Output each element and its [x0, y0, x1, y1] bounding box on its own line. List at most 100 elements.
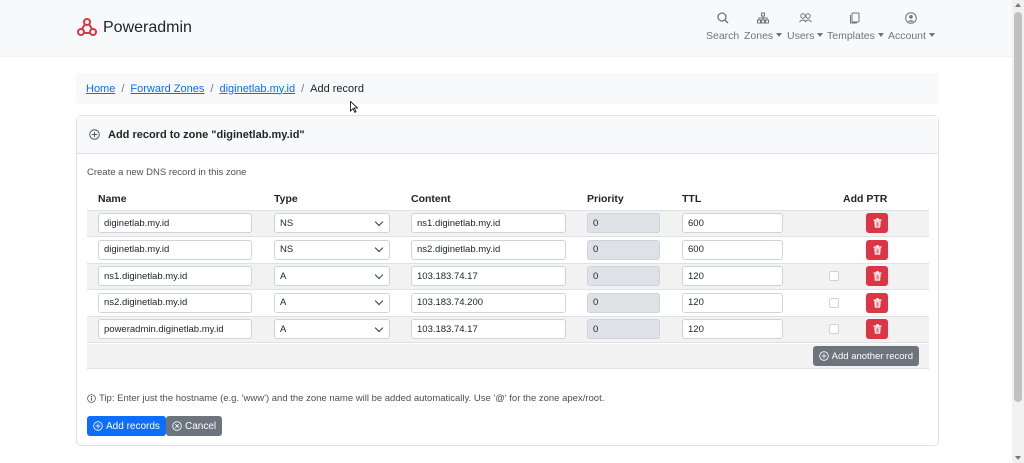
- table-row: ns2.diginetlab.my.id A 103.183.74.200 0 120: [87, 289, 929, 317]
- record-priority-input: 0: [587, 213, 660, 234]
- tip-text: Tip: Enter just the hostname (e.g. 'www'…: [87, 393, 604, 404]
- top-navbar: Poweradmin Search Zones Users Templates …: [0, 0, 1012, 57]
- record-name-input[interactable]: ns2.diginetlab.my.id: [98, 292, 252, 313]
- add-another-record-button[interactable]: Add another record: [812, 346, 919, 366]
- record-priority-input: 0: [587, 292, 660, 313]
- card-subtitle: Create a new DNS record in this zone: [87, 167, 247, 178]
- poweradmin-logo-icon: [77, 18, 97, 36]
- record-content-input[interactable]: ns2.diginetlab.my.id: [411, 239, 566, 260]
- plus-circle-icon: [89, 129, 100, 140]
- trash-icon: [873, 271, 881, 281]
- breadcrumb-zone[interactable]: diginetlab.my.id: [219, 83, 295, 95]
- table-header-row: Name Type Content Priority TTL Add PTR: [87, 188, 929, 211]
- add-ptr-checkbox[interactable]: [829, 324, 839, 335]
- cancel-label: Cancel: [185, 420, 217, 432]
- record-name-input[interactable]: ns1.diginetlab.my.id: [98, 266, 252, 287]
- record-name-input[interactable]: diginetlab.my.id: [98, 213, 252, 234]
- header-name: Name: [87, 188, 263, 211]
- add-ptr-checkbox[interactable]: [829, 271, 839, 282]
- record-content-input[interactable]: 103.183.74.200: [411, 292, 566, 313]
- record-type-select[interactable]: NS: [274, 213, 390, 234]
- caret-down-icon: [817, 33, 824, 37]
- x-circle-icon: [172, 421, 182, 431]
- record-ttl-input[interactable]: 600: [682, 239, 783, 260]
- add-ptr-checkbox[interactable]: [829, 297, 839, 308]
- chevron-down-icon: [374, 244, 384, 253]
- info-circle-icon: [87, 394, 96, 403]
- nav-account[interactable]: Account: [888, 12, 935, 42]
- mouse-cursor-icon: [350, 101, 358, 113]
- brand-name: Poweradmin: [103, 19, 192, 36]
- brand-link[interactable]: Poweradmin: [77, 18, 192, 38]
- nav-zones[interactable]: Zones: [744, 12, 783, 42]
- trash-icon: [873, 245, 881, 255]
- record-name-input[interactable]: diginetlab.my.id: [98, 239, 252, 260]
- trash-icon: [873, 218, 881, 228]
- tip-label: Tip: Enter just the hostname (e.g. 'www'…: [99, 393, 605, 404]
- add-records-button[interactable]: Add records: [87, 416, 166, 436]
- table-row: diginetlab.my.id NS ns1.diginetlab.my.id 0 6…: [87, 210, 929, 237]
- delete-record-button[interactable]: [866, 319, 888, 340]
- chevron-down-icon: [374, 323, 384, 332]
- record-ttl-input[interactable]: 120: [682, 292, 783, 313]
- breadcrumb-separator: /: [121, 82, 125, 95]
- header-priority: Priority: [576, 188, 671, 211]
- nav-users-label: Users: [787, 30, 815, 42]
- caret-down-icon: [877, 33, 884, 37]
- delete-record-button[interactable]: [866, 239, 888, 260]
- table-footer-row: Add another record: [87, 344, 929, 369]
- breadcrumb-current: Add record: [310, 82, 364, 95]
- table-row: poweradmin.diginetlab.my.id A 103.183.74.1…: [87, 316, 929, 343]
- nav-templates-label: Templates: [827, 30, 875, 42]
- page-scrollbar[interactable]: [1012, 0, 1024, 463]
- sitemap-icon: [757, 12, 770, 24]
- record-content-input[interactable]: ns1.diginetlab.my.id: [411, 213, 566, 234]
- delete-record-button[interactable]: [866, 213, 888, 234]
- nav-account-label: Account: [888, 30, 926, 42]
- record-type-select[interactable]: NS: [274, 239, 390, 260]
- users-icon: [798, 13, 812, 23]
- copy-icon: [850, 12, 860, 24]
- cancel-button[interactable]: Cancel: [166, 416, 223, 436]
- search-icon: [716, 12, 729, 24]
- nav-search-label: Search: [706, 30, 740, 42]
- record-type-select[interactable]: A: [274, 266, 390, 287]
- add-records-label: Add records: [106, 420, 160, 432]
- record-type-select[interactable]: A: [274, 319, 390, 340]
- delete-record-button[interactable]: [866, 266, 888, 287]
- person-circle-icon: [905, 12, 918, 24]
- table-row: ns1.diginetlab.my.id A 103.183.74.17 0 120: [87, 263, 929, 290]
- nav-templates[interactable]: Templates: [827, 12, 884, 42]
- chevron-down-icon: [374, 217, 384, 226]
- record-type-select[interactable]: A: [274, 292, 390, 313]
- trash-icon: [873, 324, 881, 334]
- scroll-up-icon[interactable]: [1015, 3, 1021, 7]
- breadcrumb-home[interactable]: Home: [86, 83, 115, 95]
- scroll-thumb[interactable]: [1014, 12, 1022, 402]
- record-ttl-input[interactable]: 600: [682, 213, 783, 234]
- header-type: Type: [263, 188, 400, 211]
- add-another-label: Add another record: [831, 350, 913, 362]
- breadcrumb-forward-zones[interactable]: Forward Zones: [130, 83, 204, 95]
- record-content-input[interactable]: 103.183.74.17: [411, 319, 566, 340]
- nav-zones-label: Zones: [744, 30, 774, 42]
- record-priority-input: 0: [587, 319, 660, 340]
- breadcrumb: Home / Forward Zones / diginetlab.my.id …: [76, 73, 939, 104]
- record-ttl-input[interactable]: 120: [682, 266, 783, 287]
- record-priority-input: 0: [587, 266, 660, 287]
- nav-users[interactable]: Users: [787, 12, 824, 42]
- plus-circle-icon: [93, 421, 103, 431]
- records-table: Name Type Content Priority TTL Add PTR d…: [87, 188, 929, 343]
- record-content-input[interactable]: 103.183.74.17: [411, 266, 566, 287]
- header-content: Content: [400, 188, 576, 211]
- record-ttl-input[interactable]: 120: [682, 319, 783, 340]
- record-name-input[interactable]: poweradmin.diginetlab.my.id: [98, 319, 252, 340]
- record-priority-input: 0: [587, 239, 660, 260]
- card-header: Add record to zone "diginetlab.my.id": [77, 116, 938, 154]
- breadcrumb-separator: /: [301, 82, 305, 95]
- nav-search[interactable]: Search: [706, 12, 739, 42]
- scroll-down-icon[interactable]: [1015, 456, 1021, 460]
- chevron-down-icon: [374, 270, 384, 279]
- add-record-card: Add record to zone "diginetlab.my.id" Cr…: [76, 115, 939, 446]
- delete-record-button[interactable]: [866, 292, 888, 313]
